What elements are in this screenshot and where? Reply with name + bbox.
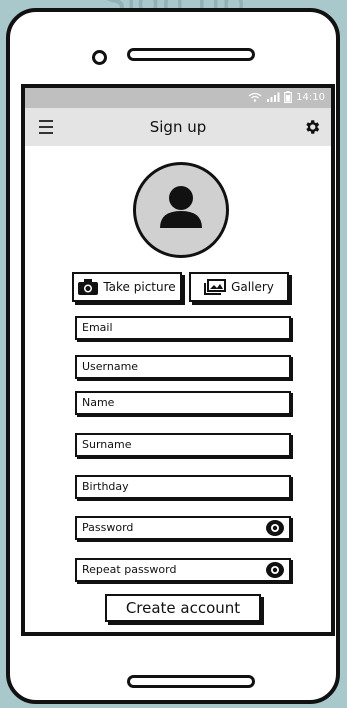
password-field[interactable]: Password — [75, 516, 291, 540]
image-gallery-icon — [204, 279, 227, 295]
surname-field[interactable]: Surname — [75, 433, 291, 457]
birthday-label: Birthday — [82, 480, 129, 493]
username-label: Username — [82, 360, 139, 373]
wifi-icon — [248, 92, 262, 102]
repeat-password-label: Repeat password — [82, 563, 177, 576]
gear-icon[interactable] — [303, 118, 321, 136]
status-time: 14:10 — [296, 91, 325, 103]
avatar — [133, 162, 229, 258]
battery-icon — [284, 91, 293, 103]
eye-icon[interactable] — [265, 519, 285, 537]
take-picture-button[interactable]: Take picture — [72, 272, 182, 302]
page-title: Sign up — [149, 118, 207, 136]
speaker-slot — [127, 48, 255, 61]
email-field[interactable]: Email — [75, 316, 291, 340]
camera-icon — [92, 50, 107, 65]
status-indicators: 14:10 — [248, 91, 325, 103]
surname-label: Surname — [82, 438, 132, 451]
status-bar: 14:10 — [25, 88, 331, 108]
user-icon — [160, 186, 202, 228]
gallery-label: Gallery — [231, 280, 274, 294]
home-button[interactable] — [127, 675, 255, 688]
gallery-button[interactable]: Gallery — [189, 272, 289, 302]
name-field[interactable]: Name — [75, 391, 291, 415]
take-picture-label: Take picture — [103, 280, 176, 294]
username-field[interactable]: Username — [75, 355, 291, 379]
repeat-password-field[interactable]: Repeat password — [75, 558, 291, 582]
password-label: Password — [82, 521, 134, 534]
name-label: Name — [82, 396, 115, 409]
create-account-button[interactable]: Create account — [105, 594, 261, 622]
email-label: Email — [82, 321, 113, 334]
signal-icon — [267, 92, 280, 102]
phone-screen: 14:10 Sign up Take picture Gallery Email… — [21, 84, 335, 636]
camera-icon — [78, 279, 99, 295]
eye-icon[interactable] — [265, 561, 285, 579]
birthday-field[interactable]: Birthday — [75, 475, 291, 499]
app-bar: Sign up — [25, 108, 331, 146]
